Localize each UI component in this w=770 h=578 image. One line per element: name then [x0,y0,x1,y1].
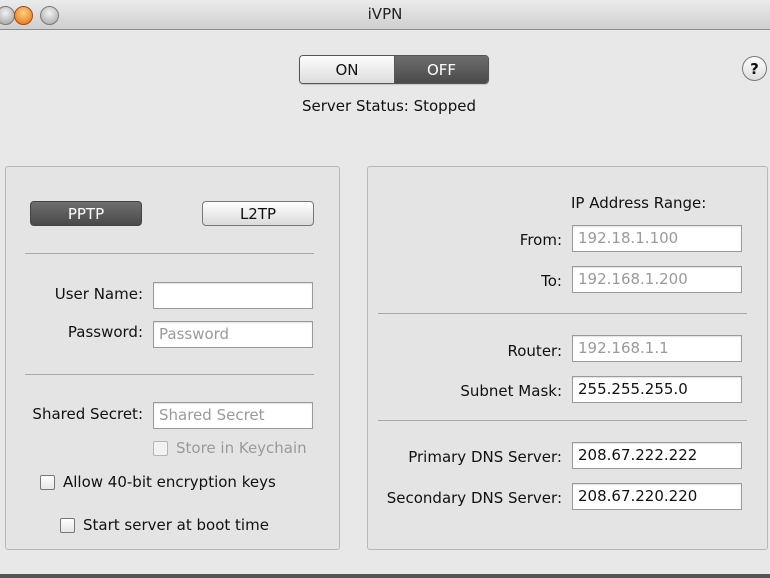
divider [25,253,314,254]
divider [378,313,747,314]
power-off-button[interactable]: OFF [395,56,488,83]
allow-40bit-checkbox[interactable] [40,475,55,490]
power-on-button[interactable]: ON [300,56,395,83]
start-at-boot-checkbox[interactable] [60,518,75,533]
divider [378,420,747,421]
shared-secret-field[interactable]: Shared Secret [153,402,313,429]
window-title: iVPN [367,5,403,23]
store-in-keychain-checkbox[interactable] [153,441,168,456]
secondary-dns-field[interactable]: 208.67.220.220 [572,483,742,510]
l2tp-button[interactable]: L2TP [202,201,314,226]
to-label: To: [541,272,562,290]
server-status-value: Stopped [413,97,476,115]
window-bottom-edge [0,574,770,578]
pptp-button[interactable]: PPTP [30,201,142,226]
password-field[interactable]: Password [153,321,313,348]
subnet-mask-label: Subnet Mask: [460,382,562,400]
from-label: From: [519,231,562,249]
primary-dns-field[interactable]: 208.67.222.222 [572,442,742,469]
subnet-mask-field[interactable]: 255.255.255.0 [572,376,742,403]
store-in-keychain-label: Store in Keychain [176,439,307,457]
username-field[interactable] [153,282,313,309]
username-label: User Name: [54,285,143,303]
shared-secret-label: Shared Secret: [32,405,143,423]
power-segmented-control: ON OFF [299,55,489,84]
allow-40bit-label: Allow 40-bit encryption keys [63,473,276,491]
primary-dns-label: Primary DNS Server: [408,448,562,466]
help-button[interactable]: ? [742,56,767,81]
password-label: Password: [67,323,143,341]
router-field[interactable]: 192.168.1.1 [572,335,742,362]
server-status: Server Status: Stopped [302,97,476,115]
ip-from-field[interactable]: 192.18.1.100 [572,225,742,252]
start-at-boot-label: Start server at boot time [83,516,269,534]
secondary-dns-label: Secondary DNS Server: [386,489,562,507]
title-bar: iVPN [0,0,770,30]
ip-range-heading: IP Address Range: [571,194,707,212]
router-label: Router: [507,342,563,360]
server-status-label: Server Status: [302,97,409,115]
ip-to-field[interactable]: 192.168.1.200 [572,266,742,293]
divider [25,374,314,375]
